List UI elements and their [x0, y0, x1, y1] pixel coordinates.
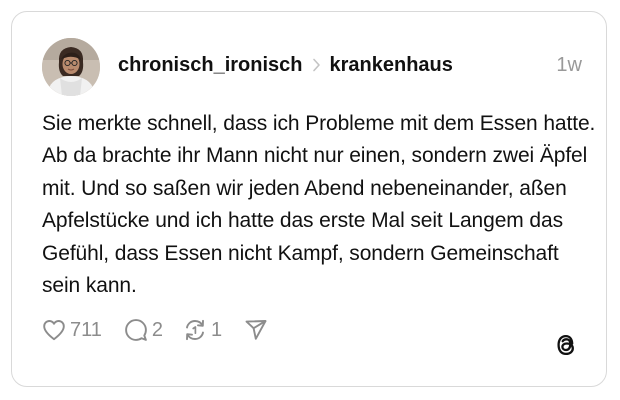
- reply-button[interactable]: 2: [124, 318, 163, 342]
- speech-bubble-icon: [124, 318, 148, 342]
- threads-logo-icon[interactable]: [553, 331, 579, 359]
- chevron-right-icon: [312, 58, 321, 72]
- post-card: chronisch_ironisch krankenhaus 1w Sie me…: [11, 11, 607, 387]
- post-timestamp[interactable]: 1w: [556, 50, 582, 80]
- paper-plane-icon: [244, 318, 268, 342]
- community-link[interactable]: krankenhaus: [330, 54, 453, 77]
- heart-icon: [42, 319, 66, 341]
- share-button[interactable]: [244, 318, 268, 342]
- like-count: 711: [70, 318, 102, 341]
- post-header: chronisch_ironisch krankenhaus: [118, 50, 453, 80]
- avatar[interactable]: [42, 38, 100, 96]
- reply-count: 2: [151, 318, 164, 341]
- like-button[interactable]: 711: [42, 319, 102, 342]
- repost-arrows-icon: [183, 318, 207, 342]
- action-bar: 711 2 1: [42, 316, 268, 344]
- username-link[interactable]: chronisch_ironisch: [118, 54, 303, 77]
- post-text: Sie merkte schnell, dass ich Probleme mi…: [42, 112, 596, 298]
- repost-count: 1: [211, 318, 223, 341]
- repost-button[interactable]: 1: [183, 318, 222, 342]
